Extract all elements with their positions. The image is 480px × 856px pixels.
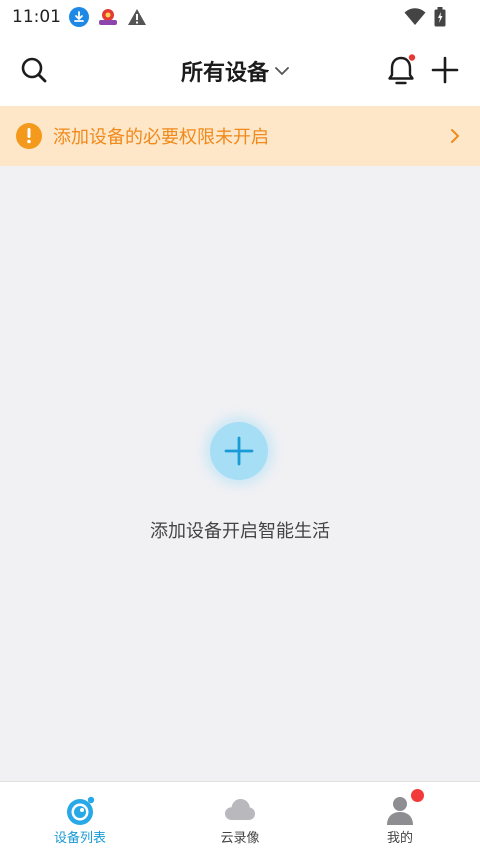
battery-icon	[434, 7, 446, 27]
cloud-icon	[225, 799, 255, 820]
download-icon	[69, 7, 89, 27]
tab-label: 我的	[386, 831, 413, 846]
wifi-icon	[404, 8, 426, 25]
status-bar: 11:01	[0, 0, 480, 34]
tab-device-list[interactable]: 设备列表	[0, 782, 160, 856]
top-app-bar: 所有设备	[0, 34, 480, 106]
notification-badge	[411, 789, 424, 802]
status-notification-icons	[69, 7, 147, 27]
tab-cloud-recording[interactable]: 云录像	[160, 782, 320, 856]
status-time: 11:01	[12, 7, 61, 27]
bell-icon[interactable]	[386, 54, 416, 86]
chevron-right-icon	[451, 129, 459, 143]
camera-icon	[67, 796, 95, 825]
bottom-tab-bar: 设备列表 云录像 我的	[0, 781, 480, 856]
app-notification-icon	[97, 7, 119, 27]
search-icon[interactable]	[20, 56, 48, 84]
add-device-button[interactable]	[210, 422, 268, 480]
empty-state-text: 添加设备开启智能生活	[150, 521, 330, 542]
permission-banner-text: 添加设备的必要权限未开启	[53, 127, 269, 148]
page-title: 所有设备	[181, 61, 270, 86]
permission-banner[interactable]: 添加设备的必要权限未开启	[0, 106, 480, 166]
tab-label: 云录像	[220, 831, 260, 846]
chevron-down-icon	[275, 67, 289, 75]
plus-icon[interactable]	[431, 56, 459, 84]
status-system-icons	[404, 7, 446, 27]
exclamation-icon	[16, 123, 42, 149]
tab-mine[interactable]: 我的	[320, 782, 480, 856]
tab-label: 设备列表	[53, 831, 106, 846]
add-device-icon	[224, 436, 254, 466]
warning-icon	[128, 9, 146, 25]
device-filter-dropdown[interactable]: 所有设备	[181, 55, 289, 87]
